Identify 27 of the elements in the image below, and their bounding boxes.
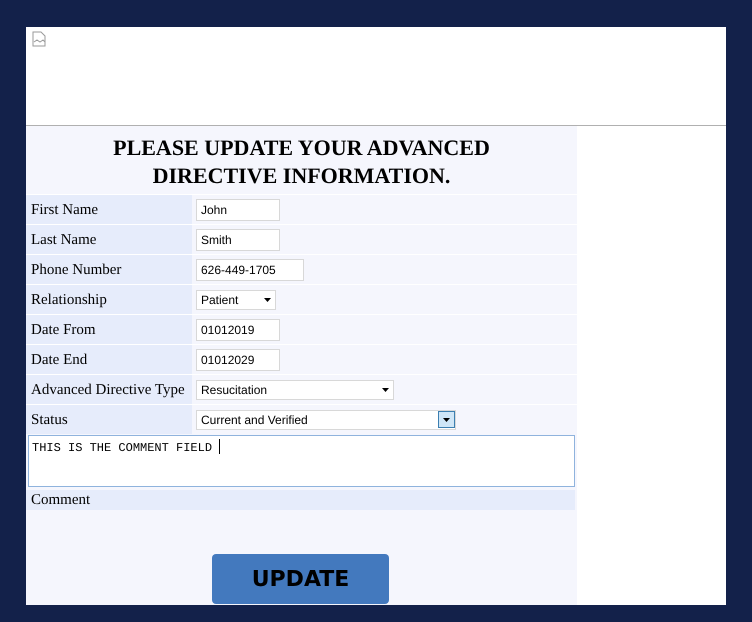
- field-label: Last Name: [31, 230, 96, 248]
- comment-text: THIS IS THE COMMENT FIELD: [32, 440, 214, 457]
- dropdown-field[interactable]: Current and Verified: [196, 410, 456, 430]
- comment-field[interactable]: THIS IS THE COMMENT FIELD: [28, 435, 575, 487]
- field-label: Date From: [31, 320, 96, 338]
- field-label: First Name: [31, 200, 98, 218]
- field-label: Date End: [31, 350, 88, 368]
- dropdown-field[interactable]: Patient: [196, 290, 276, 310]
- dropdown-field[interactable]: Resucitation: [196, 380, 394, 400]
- text-field[interactable]: 01012019: [196, 318, 280, 340]
- broken-image-icon: [32, 31, 46, 47]
- dropdown-value: Current and Verified: [201, 412, 308, 428]
- text-field[interactable]: 01012029: [196, 348, 280, 370]
- text-field[interactable]: Smith: [196, 228, 280, 250]
- dropdown-value: Patient: [201, 292, 238, 308]
- field-label: Phone Number: [31, 260, 122, 278]
- field-label: Status: [31, 410, 68, 428]
- text-field[interactable]: 626-449-1705: [196, 258, 304, 280]
- text-field[interactable]: John: [196, 198, 280, 220]
- field-label: Relationship: [31, 290, 107, 308]
- field-label: Advanced Directive Type: [31, 380, 185, 398]
- caret-icon: [443, 418, 450, 422]
- dropdown-value: Resucitation: [201, 382, 268, 398]
- form-heading: PLEASE UPDATE YOUR ADVANCED DIRECTIVE INFORMATION.: [112, 134, 491, 190]
- update-button[interactable]: UPDATE: [212, 554, 389, 604]
- comment-label: Comment: [31, 490, 90, 510]
- dropdown-button[interactable]: [438, 411, 455, 428]
